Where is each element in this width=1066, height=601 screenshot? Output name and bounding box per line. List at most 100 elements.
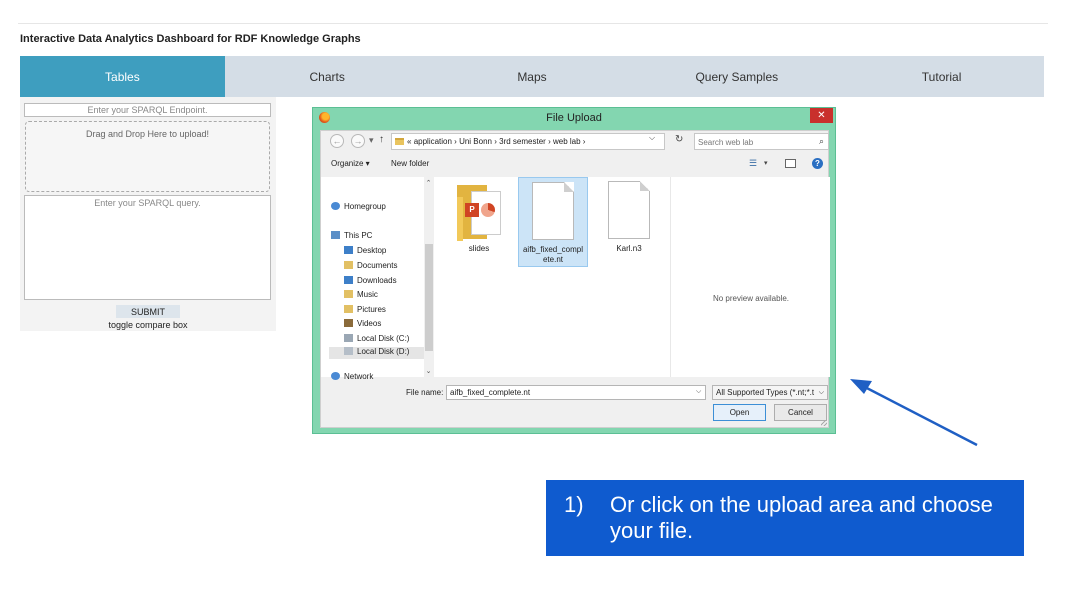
- nav-item-local-disk-c[interactable]: Local Disk (C:): [344, 334, 409, 343]
- instruction-callout: 1) Or click on the upload area and choos…: [546, 480, 1024, 556]
- nav-item-label: Documents: [357, 261, 398, 270]
- nav-item-label: Pictures: [357, 305, 386, 314]
- dialog-body: ← → ▾ ↑ « application › Uni Bonn › 3rd s…: [320, 130, 830, 428]
- new-folder-button[interactable]: New folder: [391, 159, 429, 168]
- nav-item-label: Network: [344, 372, 374, 381]
- nav-item-pictures[interactable]: Pictures: [344, 305, 386, 314]
- nav-item-videos[interactable]: Videos: [344, 319, 381, 328]
- downloads-icon: [344, 276, 353, 284]
- tab-tutorial[interactable]: Tutorial: [839, 56, 1044, 97]
- nav-item-label: Music: [357, 290, 378, 299]
- sparql-query-input[interactable]: [24, 195, 271, 300]
- tab-query-samples[interactable]: Query Samples: [634, 56, 839, 97]
- file-list: P slides aifb_fixed_compl ete.nt Karl.n3: [434, 177, 670, 377]
- nav-item-label: Downloads: [357, 276, 397, 285]
- drive-icon: [344, 334, 353, 342]
- tab-tables[interactable]: Tables: [20, 56, 225, 97]
- breadcrumb-separator: ›: [494, 137, 497, 146]
- file-name-input[interactable]: [446, 385, 706, 400]
- folder-icon: [395, 138, 404, 145]
- nav-item-homegroup[interactable]: Homegroup: [331, 202, 386, 211]
- nav-item-documents[interactable]: Documents: [344, 261, 397, 270]
- preview-pane-icon[interactable]: [785, 159, 796, 168]
- file-name-dropdown-icon[interactable]: ⌵: [696, 388, 701, 396]
- scroll-up-icon[interactable]: ⌃: [424, 179, 433, 187]
- breadcrumb-separator: ›: [582, 137, 586, 146]
- documents-icon: [344, 261, 353, 269]
- dialog-title: File Upload: [546, 112, 602, 124]
- top-divider: [18, 23, 1048, 24]
- pictures-icon: [344, 305, 353, 313]
- pointer-arrow-icon: [850, 379, 978, 447]
- callout-step-number: 1): [564, 492, 584, 517]
- back-icon[interactable]: ←: [330, 134, 344, 148]
- homegroup-icon: [331, 202, 340, 210]
- nav-item-this-pc[interactable]: This PC: [331, 231, 372, 240]
- search-box: ⌕: [694, 133, 829, 150]
- desktop-icon: [344, 246, 353, 254]
- breadcrumb-separator: ›: [454, 137, 457, 146]
- help-icon[interactable]: ?: [812, 158, 823, 169]
- toggle-compare-box-link[interactable]: toggle compare box: [20, 320, 276, 330]
- document-icon: [608, 181, 650, 239]
- address-bar[interactable]: « application › Uni Bonn › 3rd semester …: [391, 133, 665, 150]
- nav-item-label: Local Disk (C:): [357, 334, 410, 343]
- file-item-slides[interactable]: P slides: [444, 179, 514, 254]
- nav-item-label: This PC: [344, 231, 373, 240]
- cancel-button[interactable]: Cancel: [774, 404, 827, 421]
- submit-button[interactable]: SUBMIT: [116, 305, 180, 318]
- file-name: Karl.n3: [616, 244, 642, 253]
- drive-icon: [344, 347, 353, 355]
- nav-item-desktop[interactable]: Desktop: [344, 246, 386, 255]
- file-name-label: File name:: [406, 388, 444, 397]
- nav-scrollbar-thumb[interactable]: [425, 244, 433, 351]
- nav-item-local-disk-d[interactable]: Local Disk (D:): [329, 347, 424, 359]
- address-bar-row: ← → ▾ ↑ « application › Uni Bonn › 3rd s…: [321, 131, 830, 153]
- resize-grip-icon[interactable]: [821, 420, 827, 426]
- up-icon[interactable]: ↑: [379, 134, 384, 145]
- open-button[interactable]: Open: [713, 404, 766, 421]
- search-input[interactable]: [698, 136, 808, 148]
- dialog-close-button[interactable]: ✕: [810, 108, 833, 123]
- file-type-value: All Supported Types (*.nt;*.t: [716, 388, 815, 397]
- nav-item-downloads[interactable]: Downloads: [344, 276, 397, 285]
- file-item-aifb-fixed-complete[interactable]: aifb_fixed_compl ete.nt: [518, 177, 588, 267]
- nav-item-music[interactable]: Music: [344, 290, 378, 299]
- sparql-endpoint-input[interactable]: [24, 103, 271, 117]
- nav-item-label: Local Disk (D:): [357, 347, 410, 356]
- refresh-icon[interactable]: ↻: [675, 134, 683, 145]
- breadcrumb-application[interactable]: application: [414, 137, 452, 146]
- nav-item-network[interactable]: Network: [331, 372, 373, 381]
- tab-charts[interactable]: Charts: [225, 56, 430, 97]
- preview-message: No preview available.: [712, 294, 790, 303]
- file-item-karl-n3[interactable]: Karl.n3: [594, 177, 664, 254]
- views-dropdown-icon[interactable]: ▾: [764, 159, 768, 167]
- path-prefix: «: [407, 137, 412, 146]
- address-dropdown-icon[interactable]: ⌵: [649, 133, 655, 143]
- file-name: aifb_fixed_compl ete.nt: [522, 245, 584, 264]
- page-title: Interactive Data Analytics Dashboard for…: [20, 33, 361, 45]
- breadcrumb-3rd-semester[interactable]: 3rd semester: [499, 137, 546, 146]
- document-icon: [532, 182, 574, 240]
- breadcrumb-separator: ›: [548, 137, 551, 146]
- organize-menu[interactable]: Organize ▾: [331, 159, 370, 168]
- breadcrumb-uni-bonn[interactable]: Uni Bonn: [459, 137, 492, 146]
- navigation-pane: Homegroup This PC Desktop Documents Down…: [321, 177, 433, 381]
- file-dropzone[interactable]: Drag and Drop Here to upload!: [25, 121, 270, 192]
- chevron-down-icon: ⌵: [818, 389, 824, 396]
- callout-text: Or click on the upload area and choose y…: [610, 492, 993, 543]
- file-name: slides: [468, 244, 490, 253]
- file-type-select[interactable]: All Supported Types (*.nt;*.t ⌵: [712, 385, 828, 400]
- computer-icon: [331, 231, 340, 239]
- breadcrumb-web-lab[interactable]: web lab: [553, 137, 581, 146]
- tab-maps[interactable]: Maps: [430, 56, 635, 97]
- forward-icon[interactable]: →: [351, 134, 365, 148]
- videos-icon: [344, 319, 353, 327]
- scroll-down-icon[interactable]: ⌄: [424, 367, 433, 375]
- dialog-toolbar: Organize ▾ New folder ☰ ▾ ?: [321, 155, 830, 174]
- nav-item-label: Desktop: [357, 246, 387, 255]
- search-icon[interactable]: ⌕: [819, 136, 824, 147]
- views-icon[interactable]: ☰: [749, 158, 757, 169]
- recent-locations-icon[interactable]: ▾: [369, 135, 374, 146]
- nav-item-label: Homegroup: [344, 202, 386, 211]
